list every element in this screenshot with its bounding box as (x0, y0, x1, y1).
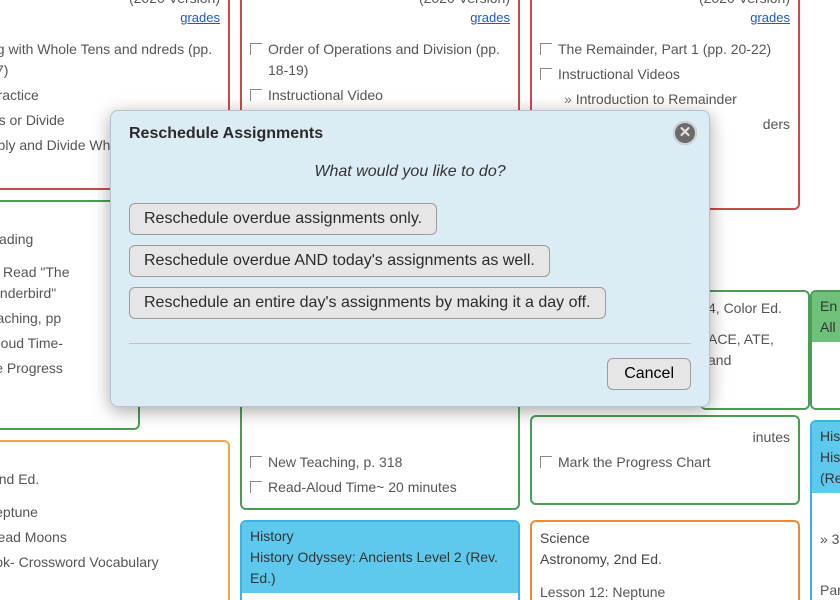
reschedule-overdue-only-button[interactable]: Reschedule overdue assignments only. (129, 203, 437, 235)
reschedule-entire-day-button[interactable]: Reschedule an entire day's assignments b… (129, 287, 606, 319)
modal-title: Reschedule Assignments (129, 125, 691, 143)
close-icon[interactable]: ✕ (673, 121, 697, 145)
cancel-button[interactable]: Cancel (607, 358, 691, 390)
modal-prompt: What would you like to do? (129, 163, 691, 181)
modal-overlay: Reschedule Assignments ✕ What would you … (0, 0, 840, 600)
reschedule-overdue-and-today-button[interactable]: Reschedule overdue AND today's assignmen… (129, 245, 550, 277)
divider (129, 343, 691, 344)
reschedule-modal: Reschedule Assignments ✕ What would you … (110, 110, 710, 407)
